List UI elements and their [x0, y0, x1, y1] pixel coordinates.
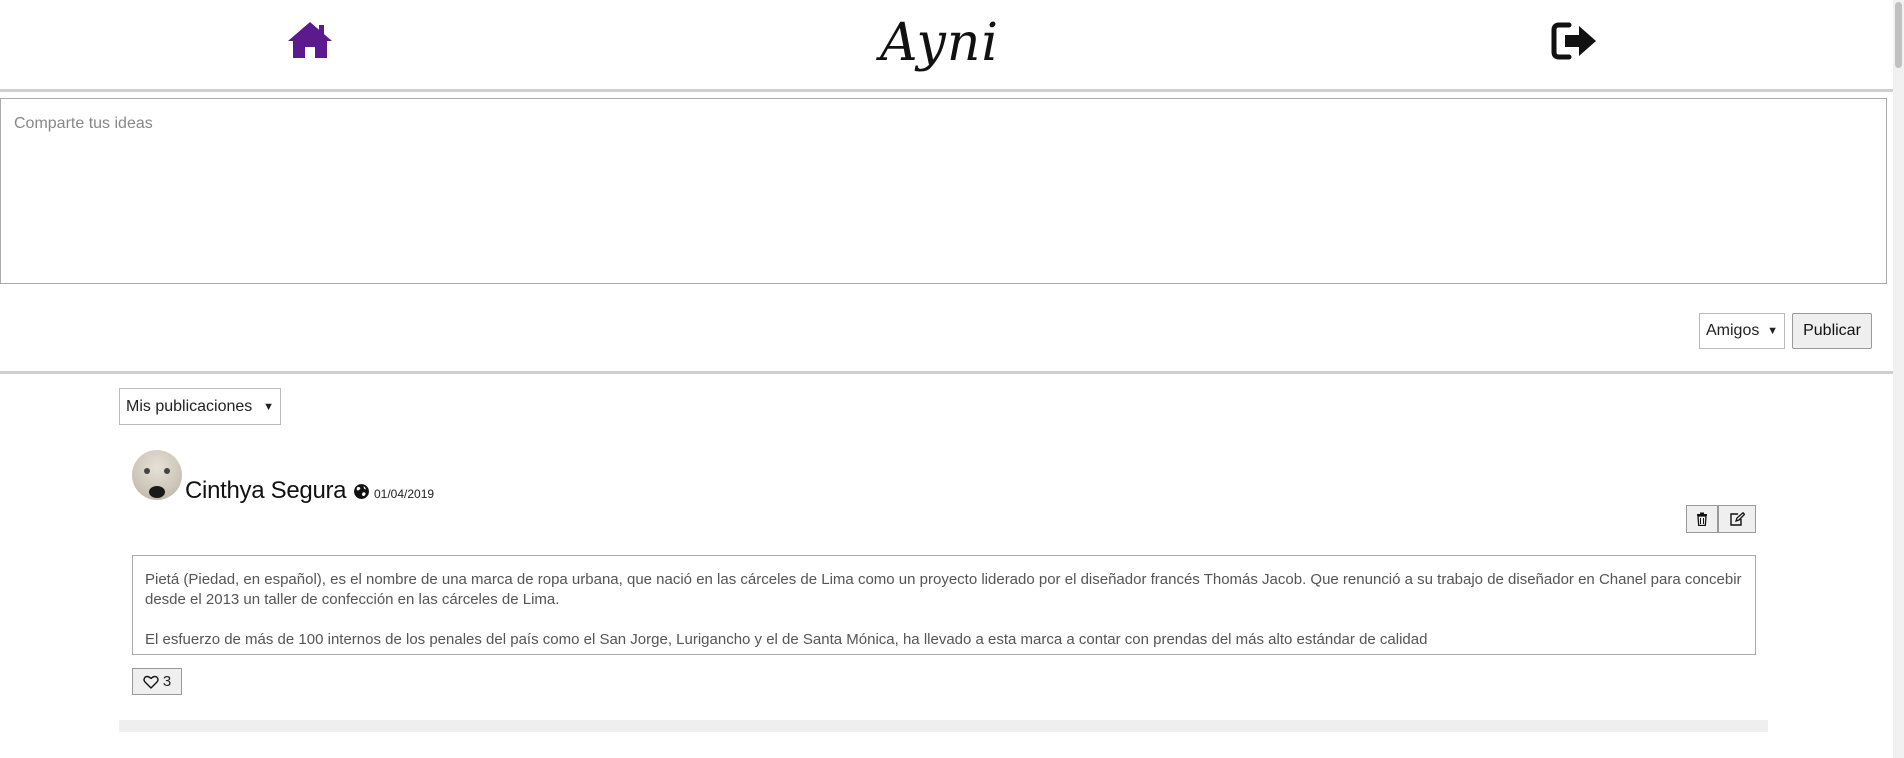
- sign-out-icon[interactable]: [1551, 21, 1599, 61]
- post-separator: [119, 720, 1768, 732]
- page-scrollbar[interactable]: [1893, 0, 1904, 758]
- post-composer-input[interactable]: [0, 98, 1887, 284]
- caret-down-icon: ▼: [1767, 325, 1778, 337]
- home-icon[interactable]: [286, 20, 334, 60]
- privacy-select-value: Amigos: [1706, 322, 1760, 339]
- page: Ayni Amigos ▼ Publicar Mis publicaciones…: [0, 0, 1904, 758]
- like-count: 3: [162, 673, 172, 690]
- post-date: 01/04/2019: [374, 487, 435, 501]
- caret-down-icon: ▼: [263, 400, 274, 413]
- trash-icon: [1697, 512, 1707, 526]
- like-button[interactable]: 3: [132, 668, 182, 695]
- delete-post-button[interactable]: [1686, 505, 1718, 533]
- top-nav: Ayni: [0, 0, 1893, 92]
- edit-icon: [1730, 512, 1745, 526]
- globe-icon: [354, 484, 369, 499]
- post-content: Pietá (Piedad, en español), es el nombre…: [132, 555, 1756, 655]
- scrollbar-thumb[interactable]: [1895, 2, 1902, 68]
- edit-post-button[interactable]: [1718, 505, 1756, 533]
- feed-filter-value: Mis publicaciones: [126, 397, 253, 415]
- section-divider: [0, 371, 1893, 374]
- feed-filter-select[interactable]: Mis publicaciones ▼: [119, 388, 281, 425]
- post-paragraph: Pietá (Piedad, en español), es el nombre…: [145, 571, 1742, 608]
- app-logo: Ayni: [880, 13, 999, 73]
- post-paragraph: El esfuerzo de más de 100 internos de lo…: [145, 631, 1428, 648]
- post-author[interactable]: Cinthya Segura: [185, 477, 347, 505]
- avatar: [132, 450, 182, 500]
- heart-icon: [143, 675, 159, 689]
- publish-button[interactable]: Publicar: [1792, 313, 1872, 349]
- privacy-select[interactable]: Amigos ▼: [1699, 313, 1785, 349]
